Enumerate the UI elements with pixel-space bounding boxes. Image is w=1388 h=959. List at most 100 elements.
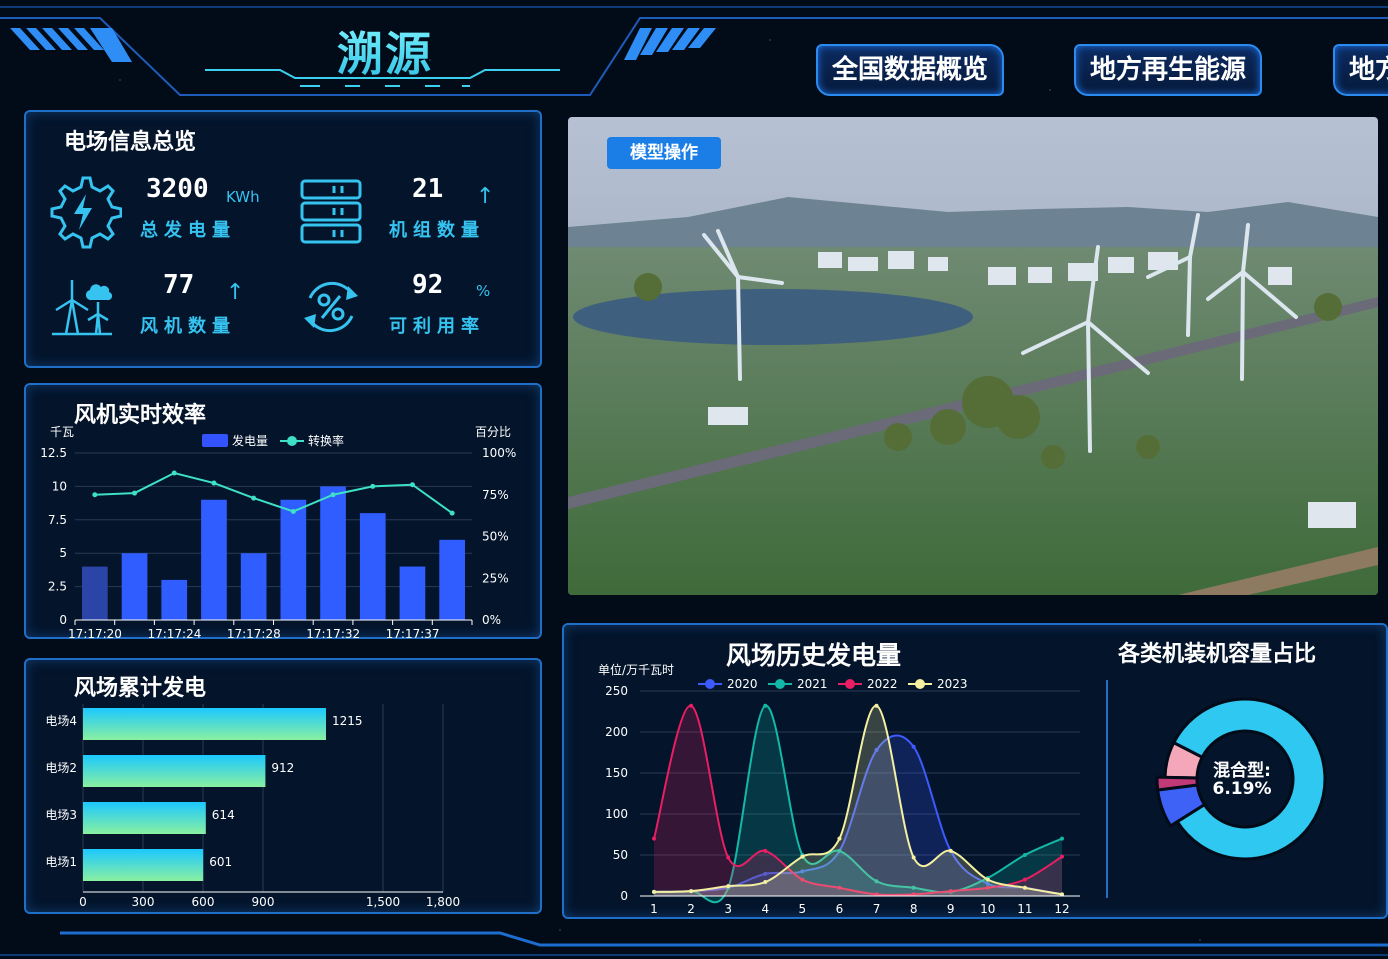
category-label: 电场3 bbox=[45, 808, 77, 822]
x-tick-label: 900 bbox=[252, 895, 275, 909]
footer-frame bbox=[0, 931, 1388, 956]
series-point bbox=[689, 703, 694, 708]
series-point bbox=[726, 855, 731, 860]
legend-label: 2021 bbox=[797, 677, 828, 691]
total-generation-value: 3200 bbox=[146, 174, 209, 204]
availability-unit: % bbox=[476, 282, 491, 300]
y-tick-label: 0 bbox=[59, 613, 67, 627]
conversion-rate-point bbox=[171, 470, 177, 476]
x-tick-label: 0 bbox=[79, 895, 87, 909]
y-tick-label: 200 bbox=[605, 725, 628, 739]
efficiency-bar bbox=[201, 499, 227, 620]
capacity-title: 各类机装机容量占比 bbox=[1118, 642, 1317, 667]
donut-center-name: 混合型: bbox=[1213, 761, 1271, 781]
unit-count-label: 机组数量 bbox=[389, 220, 485, 241]
series-point bbox=[763, 880, 768, 885]
chart-divider bbox=[1106, 680, 1108, 898]
x-tick-label: 600 bbox=[192, 895, 215, 909]
series-point bbox=[1022, 853, 1027, 857]
efficiency-bar bbox=[439, 539, 465, 620]
x-tick-label: 3 bbox=[724, 902, 732, 916]
y-tick-label: 150 bbox=[605, 766, 628, 780]
x-tick-label: 12 bbox=[1054, 902, 1069, 916]
efficiency-bar bbox=[161, 579, 188, 620]
legend-dot bbox=[775, 679, 785, 689]
total-generation-unit: KWh bbox=[226, 188, 260, 206]
conversion-rate-point bbox=[290, 508, 296, 514]
conversion-rate-point bbox=[132, 490, 138, 496]
y-tick-label: 7.5 bbox=[48, 513, 67, 527]
cumulative-bar bbox=[83, 708, 326, 740]
conversion-rate-point bbox=[251, 495, 257, 501]
y2-tick-label: 100% bbox=[482, 446, 516, 460]
legend-bar-label: 发电量 bbox=[232, 433, 268, 448]
bar-value-label: 614 bbox=[212, 808, 235, 822]
wind-turbine-icon bbox=[52, 280, 113, 336]
conversion-rate-point bbox=[92, 492, 98, 498]
unit-count-up-arrow: ↑ bbox=[476, 184, 495, 209]
efficiency-left-unit: 千瓦 bbox=[50, 425, 74, 439]
legend-dot bbox=[705, 679, 715, 689]
category-label: 电场4 bbox=[45, 714, 77, 728]
series-point bbox=[800, 854, 805, 859]
x-tick-label: 9 bbox=[947, 902, 955, 916]
legend-label: 2022 bbox=[867, 677, 898, 691]
series-point bbox=[763, 703, 768, 708]
legend-bar-swatch bbox=[202, 434, 228, 447]
series-point bbox=[985, 877, 990, 882]
conversion-rate-point bbox=[211, 480, 217, 486]
series-point bbox=[689, 889, 694, 894]
unit-count-value: 21 bbox=[412, 174, 444, 204]
cumulative-chart: 电场4 1215 电场2 912 电场3 614 电场1 601 0 300 900 600 1,50… bbox=[45, 704, 460, 909]
y2-tick-label: 0% bbox=[482, 613, 501, 627]
efficiency-chart: 千瓦 百分比 发电量 转换率 0 2.5 5 7.5 10 12.5 0% 25% 50% 75%… bbox=[40, 425, 516, 640]
series-point bbox=[948, 848, 953, 853]
efficiency-bar bbox=[359, 513, 386, 620]
bar-value-label: 912 bbox=[271, 761, 294, 775]
x-tick-label: 6 bbox=[836, 902, 844, 916]
nav-national-overview[interactable]: 全国数据概览 bbox=[816, 44, 1005, 96]
x-tick-label: 11 bbox=[1017, 902, 1032, 916]
conversion-rate-point bbox=[330, 492, 336, 498]
x-tick-label: 17:17:28 bbox=[227, 627, 281, 640]
category-label: 电场1 bbox=[45, 855, 77, 869]
y-tick-label: 50 bbox=[613, 848, 628, 862]
efficiency-bar bbox=[121, 553, 148, 620]
x-tick-label: 300 bbox=[132, 895, 155, 909]
series-point bbox=[763, 848, 768, 853]
x-tick-label: 17:17:32 bbox=[306, 627, 360, 640]
page-title: 溯源 bbox=[300, 18, 470, 84]
availability-value: 92 bbox=[412, 270, 444, 300]
y2-tick-label: 50% bbox=[482, 530, 509, 544]
wind-farm-3d-view[interactable] bbox=[568, 117, 1378, 595]
x-tick-label: 1 bbox=[650, 902, 658, 916]
model-operation-button[interactable]: 模型操作 bbox=[607, 137, 721, 169]
conversion-rate-point bbox=[409, 482, 415, 488]
series-point bbox=[837, 836, 842, 841]
bar-value-label: 601 bbox=[209, 855, 232, 869]
series-point bbox=[911, 855, 916, 860]
cumulative-bar bbox=[83, 802, 206, 834]
x-tick-label: 8 bbox=[910, 902, 918, 916]
availability-label: 可利用率 bbox=[389, 316, 485, 337]
x-tick-label: 17:17:24 bbox=[147, 627, 201, 640]
legend-dot bbox=[915, 679, 925, 689]
x-tick-label: 1,800 bbox=[426, 895, 460, 909]
nav-local-renewable[interactable]: 地方再生能源 bbox=[1074, 44, 1263, 96]
donut-center-value: 6.19% bbox=[1212, 779, 1272, 799]
cumulative-bar bbox=[83, 849, 204, 881]
x-tick-label: 17:17:37 bbox=[386, 627, 440, 640]
turbine-count-label: 风机数量 bbox=[140, 316, 236, 337]
efficiency-bar bbox=[280, 499, 307, 620]
turbine-count-up-arrow: ↑ bbox=[226, 280, 245, 305]
overview-title: 电场信息总览 bbox=[64, 130, 197, 155]
y-tick-label: 12.5 bbox=[40, 446, 67, 460]
series-point bbox=[874, 703, 879, 708]
series-point bbox=[1060, 836, 1064, 841]
efficiency-bar bbox=[320, 486, 346, 620]
y-tick-label: 100 bbox=[605, 807, 628, 821]
nav-local-partial[interactable]: 地方 bbox=[1333, 44, 1388, 96]
legend-line-dot bbox=[287, 436, 297, 446]
efficiency-bar bbox=[240, 553, 267, 620]
conversion-rate-point bbox=[370, 483, 376, 489]
